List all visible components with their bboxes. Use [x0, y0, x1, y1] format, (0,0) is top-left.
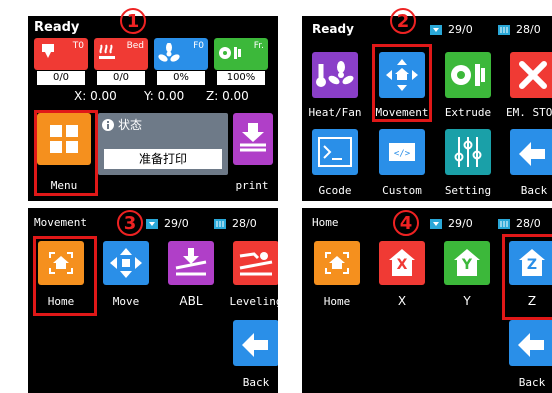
- movement-highlight: [372, 44, 432, 122]
- bed-temp: 28/0: [232, 217, 257, 230]
- back-button[interactable]: [509, 320, 552, 366]
- speed-tag: Fr.: [253, 41, 264, 51]
- home-all-icon: [325, 252, 349, 274]
- move-label: Move: [112, 295, 140, 308]
- home-x-label: X: [397, 294, 407, 308]
- fan-icon: [158, 43, 180, 62]
- setting-label: Setting: [444, 184, 492, 197]
- fan-tile[interactable]: F0: [154, 38, 208, 70]
- nozzle-temp-icon: [146, 219, 158, 229]
- print-button[interactable]: [233, 113, 273, 165]
- status-title: Ready: [34, 20, 80, 35]
- nozzle-temp-icon: [430, 25, 442, 35]
- speed-value: 100%: [217, 71, 265, 85]
- move-icon: [110, 248, 142, 278]
- info-icon: [102, 118, 114, 131]
- extrude-icon: [451, 64, 485, 86]
- heat-fan-icon: [316, 61, 354, 87]
- home-y-label: Y: [463, 294, 471, 308]
- home-z-highlight: [502, 234, 552, 320]
- svg-text:</>: </>: [394, 149, 411, 159]
- nozzle-temp: 29/0: [164, 217, 189, 230]
- hotend-tile[interactable]: T0: [34, 38, 88, 70]
- back-label: Back: [242, 376, 270, 389]
- abl-label: ABL: [179, 294, 203, 308]
- emergency-stop-icon: [519, 61, 547, 89]
- bed-temp-icon: [498, 219, 510, 229]
- status-heading: 状态: [118, 118, 143, 132]
- x-coordinate: X: 0.00: [74, 89, 117, 103]
- back-icon: [242, 333, 268, 357]
- back-icon: [519, 142, 545, 166]
- step-badge-2: 2: [390, 8, 416, 34]
- leveling-label: Leveling: [229, 295, 279, 308]
- back-button[interactable]: [233, 320, 278, 366]
- custom-label: Custom: [382, 184, 422, 197]
- emergency-stop-label: EM. STOP: [506, 106, 552, 119]
- gcode-icon: [318, 137, 352, 167]
- hotend-tag: T0: [72, 41, 84, 51]
- abl-button[interactable]: [168, 241, 214, 285]
- speed-tile[interactable]: Fr.: [214, 38, 268, 70]
- menu-highlight: [34, 110, 98, 196]
- print-icon: [240, 123, 266, 152]
- leveling-button[interactable]: [233, 241, 278, 285]
- extrude-button[interactable]: [445, 52, 491, 98]
- panel4-title: Home: [312, 216, 339, 229]
- nozzle-temp-icon: [430, 219, 442, 229]
- step-badge-1: 1: [120, 8, 146, 34]
- bed-value: 0/0: [97, 71, 145, 85]
- step-badge-4: 4: [393, 210, 419, 236]
- leveling-icon: [239, 252, 273, 276]
- home-x-letter: X: [396, 257, 408, 273]
- bed-tag: Bed: [126, 41, 144, 51]
- back-icon: [518, 333, 544, 357]
- fan-tag: F0: [193, 41, 204, 51]
- back-button[interactable]: [510, 129, 552, 175]
- hotend-value: 0/0: [37, 71, 85, 85]
- extrude-label: Extrude: [444, 106, 492, 119]
- back-label: Back: [520, 184, 548, 197]
- home-highlight: [33, 236, 97, 316]
- move-button[interactable]: [103, 241, 149, 285]
- emergency-stop-button[interactable]: [510, 52, 552, 98]
- status-box: 状态 准备打印: [98, 113, 228, 175]
- bed-temp-icon: [214, 219, 226, 229]
- z-coordinate: Z: 0.00: [206, 89, 249, 103]
- bed-temp: 28/0: [516, 23, 541, 36]
- home-x-button[interactable]: X: [379, 241, 425, 285]
- fan-value: 0%: [157, 71, 205, 85]
- nozzle-temp: 29/0: [448, 217, 473, 230]
- y-coordinate: Y: 0.00: [144, 89, 185, 103]
- abl-icon: [175, 248, 207, 276]
- print-label: print: [235, 179, 269, 192]
- gcode-label: Gcode: [318, 184, 352, 197]
- home-all-button[interactable]: [314, 241, 360, 285]
- step-badge-3: 3: [117, 210, 143, 236]
- bed-icon: [99, 44, 115, 59]
- heat-fan-label: Heat/Fan: [308, 106, 362, 119]
- home-y-letter: Y: [461, 257, 473, 273]
- bed-temp-icon: [498, 25, 510, 35]
- home-all-label: Home: [323, 295, 351, 308]
- bed-tile[interactable]: Bed: [94, 38, 148, 70]
- custom-button[interactable]: </>: [379, 129, 425, 175]
- status-message: 准备打印: [104, 149, 222, 169]
- nozzle-temp: 29/0: [448, 23, 473, 36]
- hotend-icon: [42, 44, 54, 58]
- heat-fan-button[interactable]: [312, 52, 358, 98]
- panel2-title: Ready: [312, 22, 354, 36]
- gcode-button[interactable]: [312, 129, 358, 175]
- back-label: Back: [518, 376, 546, 389]
- home-y-button[interactable]: Y: [444, 241, 490, 285]
- bed-temp: 28/0: [516, 217, 541, 230]
- setting-button[interactable]: [445, 129, 491, 175]
- speed-icon: [219, 47, 241, 59]
- custom-icon: </>: [389, 143, 415, 161]
- panel3-title: Movement: [34, 216, 87, 229]
- setting-icon: [454, 137, 482, 167]
